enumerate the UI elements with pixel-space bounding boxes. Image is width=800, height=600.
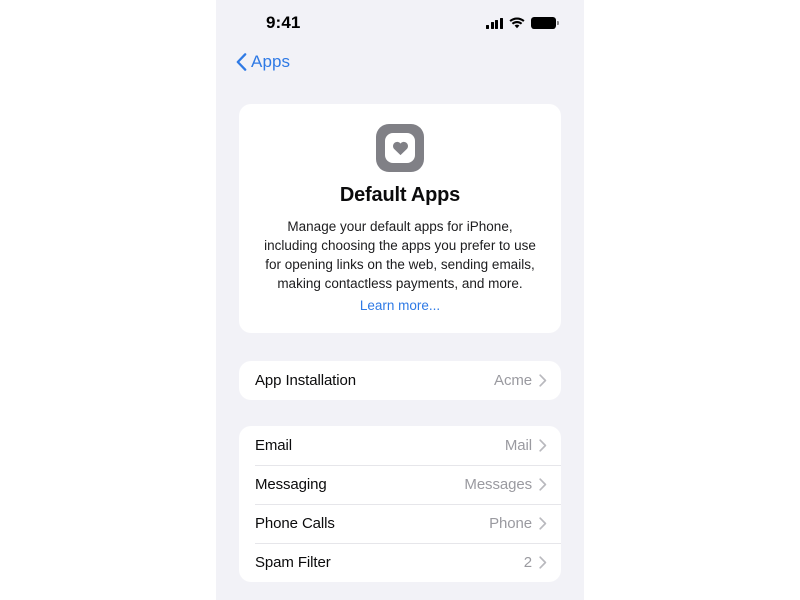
table-row[interactable]: Email Mail: [239, 426, 561, 465]
cellular-signal-icon: [486, 18, 503, 29]
row-value: Mail: [505, 437, 532, 454]
heart-app-icon: [376, 124, 424, 172]
back-button[interactable]: Apps: [236, 52, 290, 72]
row-label: Email: [255, 437, 292, 454]
row-value-group: Phone: [489, 515, 547, 532]
status-bar: 9:41: [216, 0, 584, 44]
row-value: Acme: [494, 372, 532, 389]
chevron-left-icon: [236, 53, 247, 71]
navigation-bar: Apps: [216, 44, 584, 80]
app-icon-inner-square: [385, 133, 415, 163]
chevron-right-icon: [539, 517, 547, 530]
wifi-icon: [509, 17, 525, 29]
row-value-group: Acme: [494, 372, 547, 389]
chevron-right-icon: [539, 478, 547, 491]
page-title: Default Apps: [257, 184, 543, 207]
battery-full-icon: [531, 17, 556, 29]
table-row[interactable]: Spam Filter 2: [239, 543, 561, 582]
row-value: Messages: [464, 476, 532, 493]
back-button-label: Apps: [251, 52, 290, 72]
chevron-right-icon: [539, 374, 547, 387]
row-label: Messaging: [255, 476, 327, 493]
table-row[interactable]: Messaging Messages: [239, 465, 561, 504]
heart-icon: [392, 140, 409, 156]
row-value: 2: [524, 554, 532, 571]
table-row[interactable]: Phone Calls Phone: [239, 504, 561, 543]
row-value-group: 2: [524, 554, 547, 571]
row-label: Spam Filter: [255, 554, 331, 571]
row-value: Phone: [489, 515, 532, 532]
row-label: App Installation: [255, 372, 356, 389]
default-apps-section: Email Mail Messaging Messages: [239, 426, 561, 582]
app-installation-section: App Installation Acme: [239, 361, 561, 400]
default-apps-header-card: Default Apps Manage your default apps fo…: [239, 104, 561, 333]
screenshot-canvas: 9:41 Apps: [0, 0, 800, 600]
iphone-settings-screen: 9:41 Apps: [216, 0, 584, 600]
row-value-group: Mail: [505, 437, 547, 454]
table-row[interactable]: App Installation Acme: [239, 361, 561, 400]
app-icon-container: [257, 124, 543, 172]
row-label: Phone Calls: [255, 515, 335, 532]
status-bar-time: 9:41: [266, 13, 300, 33]
learn-more-link[interactable]: Learn more...: [360, 296, 440, 315]
page-description-text: Manage your default apps for iPhone, inc…: [264, 219, 536, 291]
chevron-right-icon: [539, 556, 547, 569]
status-bar-indicators: [486, 17, 556, 29]
chevron-right-icon: [539, 439, 547, 452]
row-value-group: Messages: [464, 476, 547, 493]
page-description: Manage your default apps for iPhone, inc…: [257, 217, 543, 315]
